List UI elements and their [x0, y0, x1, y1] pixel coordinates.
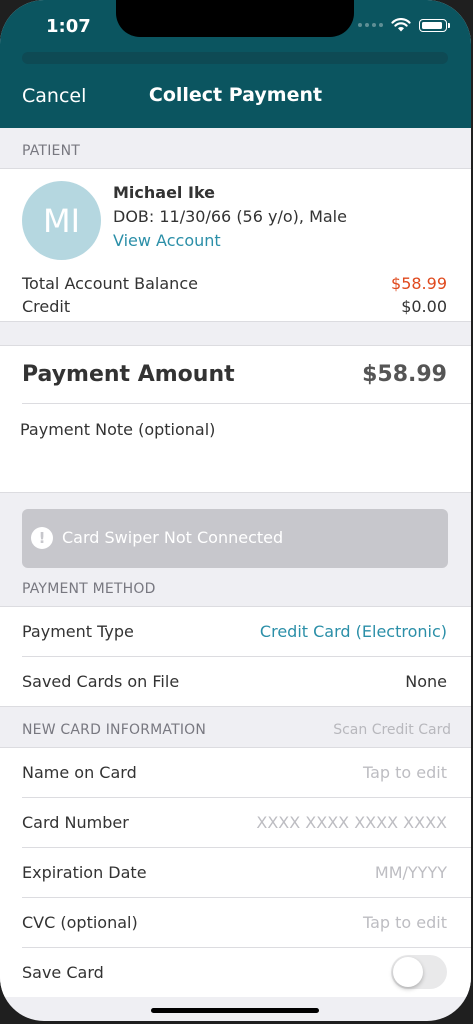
save-card-toggle[interactable] — [391, 955, 447, 989]
nav-header: 1:07 Cancel Collect Payment — [0, 0, 471, 128]
expiration-date-label: Expiration Date — [22, 863, 147, 882]
alert-icon: ! — [31, 527, 53, 549]
divider — [22, 947, 471, 948]
phone-screen: 1:07 Cancel Collect Payment PATIENT MI M… — [0, 0, 471, 1021]
signal-icon — [358, 23, 383, 27]
divider — [22, 847, 471, 848]
divider — [22, 897, 471, 898]
patient-dob: DOB: 11/30/66 (56 y/o), Male — [113, 207, 347, 226]
card-swiper-status: Card Swiper Not Connected — [62, 528, 284, 547]
payment-amount-label: Payment Amount — [22, 362, 235, 387]
cvc-field[interactable]: Tap to edit — [363, 913, 447, 932]
divider — [0, 747, 471, 748]
card-number-field[interactable]: XXXX XXXX XXXX XXXX — [256, 813, 447, 832]
credit-label: Credit — [22, 297, 71, 316]
divider — [0, 606, 471, 607]
payment-type-select[interactable]: Credit Card (Electronic) — [260, 622, 447, 641]
payment-type-label: Payment Type — [22, 622, 134, 641]
divider — [22, 797, 471, 798]
notch — [116, 0, 354, 37]
payment-note-field[interactable]: Payment Note (optional) — [20, 420, 215, 439]
balance-value: $58.99 — [391, 274, 447, 293]
avatar: MI — [22, 181, 101, 260]
home-indicator[interactable] — [151, 1008, 319, 1013]
card-swiper-banner: ! Card Swiper Not Connected — [22, 509, 448, 568]
divider — [0, 345, 471, 346]
balance-label: Total Account Balance — [22, 274, 198, 293]
name-on-card-field[interactable]: Tap to edit — [363, 763, 447, 782]
battery-icon — [419, 18, 450, 32]
divider — [0, 321, 471, 322]
saved-cards-label: Saved Cards on File — [22, 672, 180, 691]
page-title: Collect Payment — [148, 84, 323, 106]
divider — [0, 706, 471, 707]
credit-value: $0.00 — [401, 297, 447, 316]
divider — [22, 656, 471, 657]
toggle-knob — [393, 957, 423, 987]
save-card-label: Save Card — [22, 963, 104, 982]
divider — [0, 168, 471, 169]
patient-name: Michael Ike — [113, 183, 215, 202]
divider — [22, 403, 471, 404]
header-strip — [22, 52, 448, 64]
wifi-icon — [391, 18, 411, 32]
saved-cards-value[interactable]: None — [405, 672, 447, 691]
cvc-label: CVC (optional) — [22, 913, 138, 932]
payment-amount-value[interactable]: $58.99 — [362, 362, 447, 387]
name-on-card-label: Name on Card — [22, 763, 137, 782]
divider — [0, 492, 471, 493]
status-time: 1:07 — [46, 16, 91, 37]
view-account-link[interactable]: View Account — [113, 231, 221, 250]
card-number-label: Card Number — [22, 813, 129, 832]
scan-credit-card-button[interactable]: Scan Credit Card — [333, 722, 451, 738]
avatar-initials: MI — [42, 201, 81, 240]
expiration-date-field[interactable]: MM/YYYY — [375, 863, 447, 882]
status-icons — [358, 18, 450, 32]
